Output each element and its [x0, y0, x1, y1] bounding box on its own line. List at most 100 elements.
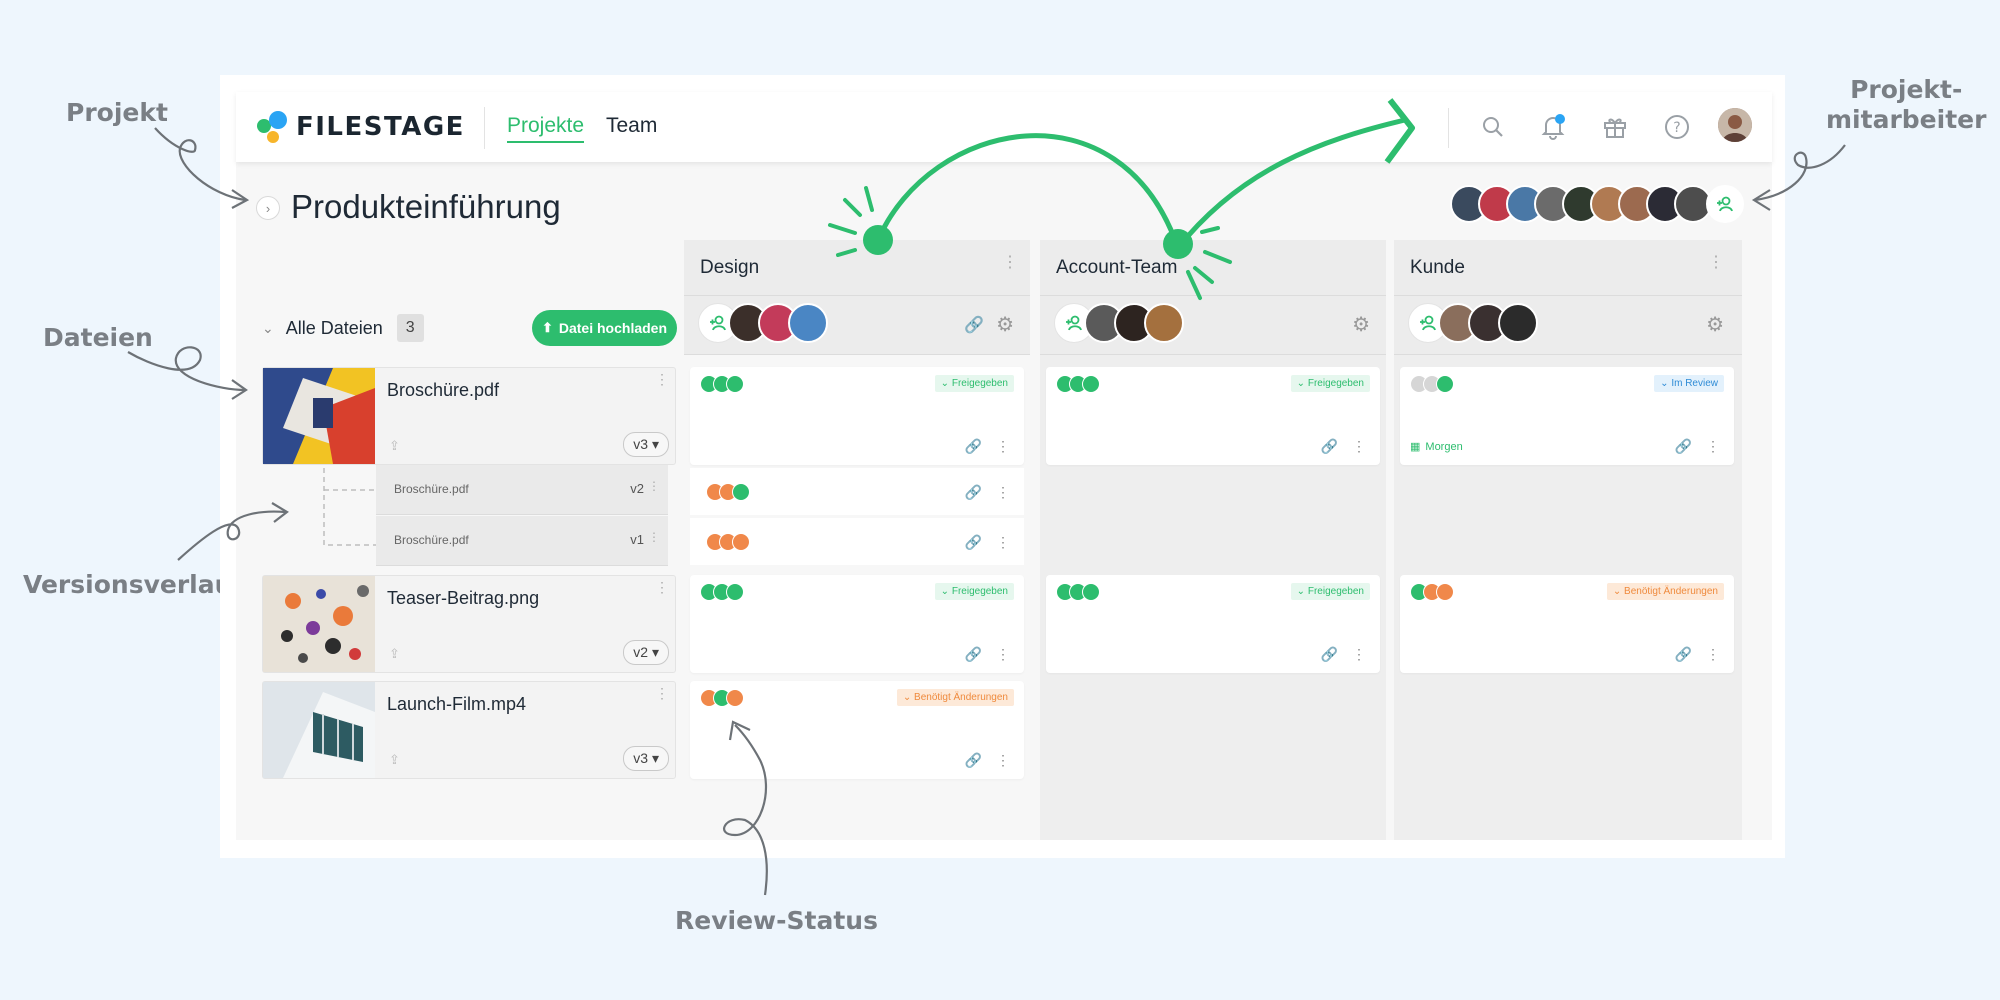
status-label: Benötigt Änderungen: [1624, 586, 1718, 597]
column-members[interactable]: [1054, 302, 1184, 344]
column-menu-icon[interactable]: ⋮: [1708, 252, 1724, 272]
file-menu-icon[interactable]: ⋮: [655, 580, 669, 594]
version-menu-icon[interactable]: ⋮: [648, 479, 660, 493]
more-icon[interactable]: ⋮: [1352, 438, 1366, 455]
link-icon[interactable]: 🔗: [965, 752, 982, 769]
version-row[interactable]: Broschüre.pdf v1 ⋮: [376, 516, 668, 566]
gear-icon[interactable]: ⚙: [996, 312, 1014, 337]
project-collaborators[interactable]: [1450, 185, 1744, 225]
review-card[interactable]: ⌄ Freigegeben 🔗 ⋮: [690, 367, 1024, 465]
column-members[interactable]: [698, 302, 828, 344]
file-menu-icon[interactable]: ⋮: [655, 372, 669, 386]
file-thumbnail[interactable]: [263, 368, 375, 464]
bell-icon[interactable]: [1536, 110, 1570, 144]
more-icon[interactable]: ⋮: [1352, 646, 1366, 663]
version-row[interactable]: Broschüre.pdf v2 ⋮: [376, 465, 668, 515]
avatar[interactable]: [1144, 303, 1184, 343]
column-header: Account-Team ⚙: [1040, 240, 1386, 355]
file-thumbnail[interactable]: [263, 576, 375, 672]
review-card[interactable]: ⌄ Im Review ▦ Morgen 🔗 ⋮: [1400, 367, 1734, 465]
annotation-files: Dateien: [43, 323, 153, 352]
link-icon[interactable]: 🔗: [1321, 438, 1338, 455]
upload-version-icon[interactable]: ⇪: [389, 752, 400, 768]
more-icon[interactable]: ⋮: [996, 438, 1010, 455]
due-date[interactable]: ▦ Morgen: [1410, 440, 1463, 454]
column-menu-icon[interactable]: ⋮: [1002, 252, 1018, 272]
link-icon[interactable]: 🔗: [965, 438, 982, 455]
more-icon[interactable]: ⋮: [996, 484, 1010, 501]
link-icon[interactable]: 🔗: [1675, 438, 1692, 455]
more-icon[interactable]: ⋮: [996, 752, 1010, 769]
nav-team[interactable]: Team: [606, 114, 657, 138]
column-members[interactable]: [1408, 302, 1538, 344]
more-icon[interactable]: ⋮: [1706, 646, 1720, 663]
gift-icon[interactable]: [1598, 110, 1632, 144]
link-icon[interactable]: 🔗: [965, 484, 982, 501]
version-review-card[interactable]: 🔗 ⋮: [690, 468, 1024, 515]
more-icon[interactable]: ⋮: [996, 646, 1010, 663]
column-title: Account-Team: [1056, 257, 1178, 278]
review-card[interactable]: ⌄ Freigegeben 🔗 ⋮: [1046, 575, 1380, 673]
file-menu-icon[interactable]: ⋮: [655, 686, 669, 700]
status-label: Benötigt Änderungen: [914, 692, 1008, 703]
review-step-customer: Kunde ⋮ ⚙: [1394, 240, 1742, 840]
version-select[interactable]: v3 ▾: [623, 432, 669, 457]
card-tools: 🔗 ⋮: [965, 646, 1010, 663]
file-name[interactable]: Broschüre.pdf: [387, 380, 499, 401]
more-icon[interactable]: ⋮: [996, 534, 1010, 551]
version-review-card[interactable]: 🔗 ⋮: [690, 518, 1024, 565]
status-dot: [1436, 375, 1454, 393]
link-icon[interactable]: 🔗: [965, 534, 982, 551]
link-icon[interactable]: 🔗: [1675, 646, 1692, 663]
search-icon[interactable]: [1476, 110, 1510, 144]
user-avatar[interactable]: [1718, 108, 1752, 142]
column-title: Kunde: [1410, 257, 1465, 278]
nav-projects[interactable]: Projekte: [507, 114, 585, 143]
upload-file-button[interactable]: ⬆ Datei hochladen: [532, 310, 677, 346]
review-card[interactable]: ⌄ Freigegeben 🔗 ⋮: [1046, 367, 1380, 465]
gear-icon[interactable]: ⚙: [1352, 312, 1370, 337]
upload-version-icon[interactable]: ⇪: [389, 438, 400, 454]
divider: [684, 295, 1030, 296]
avatar[interactable]: [1498, 303, 1538, 343]
more-icon[interactable]: ⋮: [1706, 438, 1720, 455]
link-icon[interactable]: 🔗: [965, 646, 982, 663]
review-card[interactable]: ⌄ Benötigt Änderungen 🔗 ⋮: [1400, 575, 1734, 673]
file-count-badge: 3: [396, 314, 424, 342]
svg-text:?: ?: [1673, 120, 1680, 136]
logo-icon: [257, 111, 287, 143]
project-expand-toggle[interactable]: ›: [256, 196, 280, 220]
chevron-down-icon[interactable]: ⌄: [262, 320, 274, 337]
file-name[interactable]: Launch-Film.mp4: [387, 694, 526, 715]
file-name[interactable]: Teaser-Beitrag.png: [387, 588, 539, 609]
avatar[interactable]: [788, 303, 828, 343]
upload-version-icon[interactable]: ⇪: [389, 646, 400, 662]
status-dot: [726, 689, 744, 707]
status-badge: ⌄ Benötigt Änderungen: [896, 689, 1014, 706]
status-dot: [1082, 583, 1100, 601]
review-card[interactable]: ⌄ Freigegeben 🔗 ⋮: [690, 575, 1024, 673]
add-collaborator-icon[interactable]: [1706, 185, 1744, 223]
version-select[interactable]: v2 ▾: [623, 640, 669, 665]
file-card[interactable]: Teaser-Beitrag.png ⋮ ⇪ v2 ▾: [262, 575, 676, 673]
card-tools: 🔗 ⋮: [965, 484, 1010, 501]
status-dot: [726, 375, 744, 393]
file-thumbnail[interactable]: [263, 682, 375, 778]
version-select[interactable]: v3 ▾: [623, 746, 669, 771]
file-card[interactable]: Broschüre.pdf ⋮ ⇪ v3 ▾: [262, 367, 676, 465]
version-label: v3: [633, 750, 649, 766]
version-menu-icon[interactable]: ⋮: [648, 530, 660, 544]
card-tools: 🔗 ⋮: [1321, 646, 1366, 663]
gear-icon[interactable]: ⚙: [1706, 312, 1724, 337]
help-icon[interactable]: ?: [1660, 110, 1694, 144]
all-files-header[interactable]: ⌄ Alle Dateien 3: [262, 314, 424, 342]
file-card[interactable]: Launch-Film.mp4 ⋮ ⇪ v3 ▾: [262, 681, 676, 779]
review-card[interactable]: ⌄ Benötigt Änderungen 🔗 ⋮: [690, 681, 1024, 779]
link-icon[interactable]: 🔗: [964, 315, 984, 335]
divider: [484, 107, 485, 149]
link-icon[interactable]: 🔗: [1321, 646, 1338, 663]
status-label: Freigegeben: [951, 586, 1008, 597]
status-label: Freigegeben: [1307, 378, 1364, 389]
column-tools: ⚙: [1352, 312, 1370, 337]
logo[interactable]: FILESTAGE: [256, 111, 465, 143]
